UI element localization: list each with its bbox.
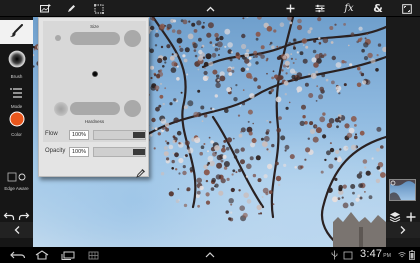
color-swatch-icon: [9, 111, 24, 127]
flow-value-field[interactable]: 100%: [69, 130, 89, 140]
adjustments-icon[interactable]: [309, 0, 331, 17]
collapse-right-button[interactable]: [386, 222, 420, 238]
brush-icon: [9, 24, 23, 37]
left-toolbar: Brush Mode Color Edge Aware: [0, 17, 33, 247]
color-button[interactable]: Color: [0, 111, 33, 137]
opacity-slider[interactable]: [93, 147, 146, 157]
hardness-hard-dot: [124, 100, 141, 117]
hardness-soft-dot: [54, 102, 68, 116]
mode-label: Mode: [10, 104, 23, 109]
grid-icon[interactable]: [86, 249, 100, 261]
size-min-dot: [55, 35, 61, 41]
brush-tip-icon: [8, 50, 25, 68]
opacity-label: Opacity: [45, 148, 66, 154]
image-add-icon[interactable]: [34, 0, 56, 17]
edge-aware-icon: [7, 172, 25, 182]
size-max-dot: [124, 30, 141, 47]
color-label: Color: [11, 132, 22, 137]
redo-icon[interactable]: [18, 207, 30, 220]
layer-thumbnail-image: [390, 180, 415, 200]
collapse-left-button[interactable]: [0, 222, 33, 238]
selection-icon[interactable]: [88, 0, 110, 17]
edge-aware-label: Edge Aware: [4, 186, 29, 191]
chevron-right-icon: [400, 226, 406, 234]
top-toolbar: fx &: [0, 0, 420, 17]
size-label: Size: [90, 24, 99, 29]
usb-icon: [329, 249, 339, 261]
fx-icon[interactable]: fx: [338, 0, 360, 17]
add-layer-icon[interactable]: [405, 208, 417, 222]
clock-ampm: PM: [383, 253, 392, 259]
size-slider[interactable]: [70, 32, 120, 45]
layer-thumbnail[interactable]: [389, 179, 416, 201]
hardness-label: Hardness: [84, 119, 105, 124]
opacity-row: Opacity 100%: [43, 147, 146, 157]
clock-time: 3:47: [360, 248, 383, 260]
notification-icon: [342, 249, 354, 261]
hardness-slider[interactable]: [70, 102, 120, 115]
flow-slider-handle[interactable]: [133, 132, 145, 138]
flow-row: Flow 100%: [43, 130, 146, 140]
ampersand-icon[interactable]: &: [367, 0, 389, 17]
chevron-left-icon: [14, 226, 19, 234]
home-icon[interactable]: [34, 249, 50, 261]
menu-up-chevron-icon[interactable]: [203, 249, 217, 261]
opacity-value-field[interactable]: 100%: [69, 147, 89, 157]
brush-label: Brush: [10, 74, 23, 79]
chevron-up-icon[interactable]: [199, 0, 221, 17]
opacity-slider-handle[interactable]: [133, 149, 145, 155]
pencil-icon[interactable]: [60, 0, 82, 17]
eyedropper-icon[interactable]: [136, 165, 146, 178]
layers-stack-icon[interactable]: [389, 208, 401, 223]
mode-icon: [9, 88, 22, 98]
brush-tip-button[interactable]: Brush: [0, 50, 33, 79]
undo-icon[interactable]: [3, 207, 15, 220]
fullscreen-icon[interactable]: [396, 0, 418, 17]
brush-settings-panel: Size Hardness Flow 100% Opacity 100%: [38, 17, 149, 178]
system-nav-bar: 3:47PM: [0, 247, 420, 263]
mode-button[interactable]: Mode: [0, 84, 33, 109]
flow-label: Flow: [45, 131, 58, 137]
brush-preview-dot: [92, 71, 98, 77]
back-icon[interactable]: [8, 249, 28, 261]
recent-apps-icon[interactable]: [60, 249, 76, 261]
edge-aware-toggle[interactable]: Edge Aware: [0, 167, 33, 191]
brush-tool-button[interactable]: [0, 20, 33, 44]
brush-preview-area: Size Hardness: [43, 21, 146, 142]
battery-icon: [408, 249, 416, 261]
layers-panel: [386, 17, 420, 247]
plus-icon[interactable]: [279, 0, 301, 17]
status-clock: 3:47PM: [360, 248, 391, 260]
flow-slider[interactable]: [93, 130, 146, 140]
wifi-icon: [398, 249, 406, 261]
